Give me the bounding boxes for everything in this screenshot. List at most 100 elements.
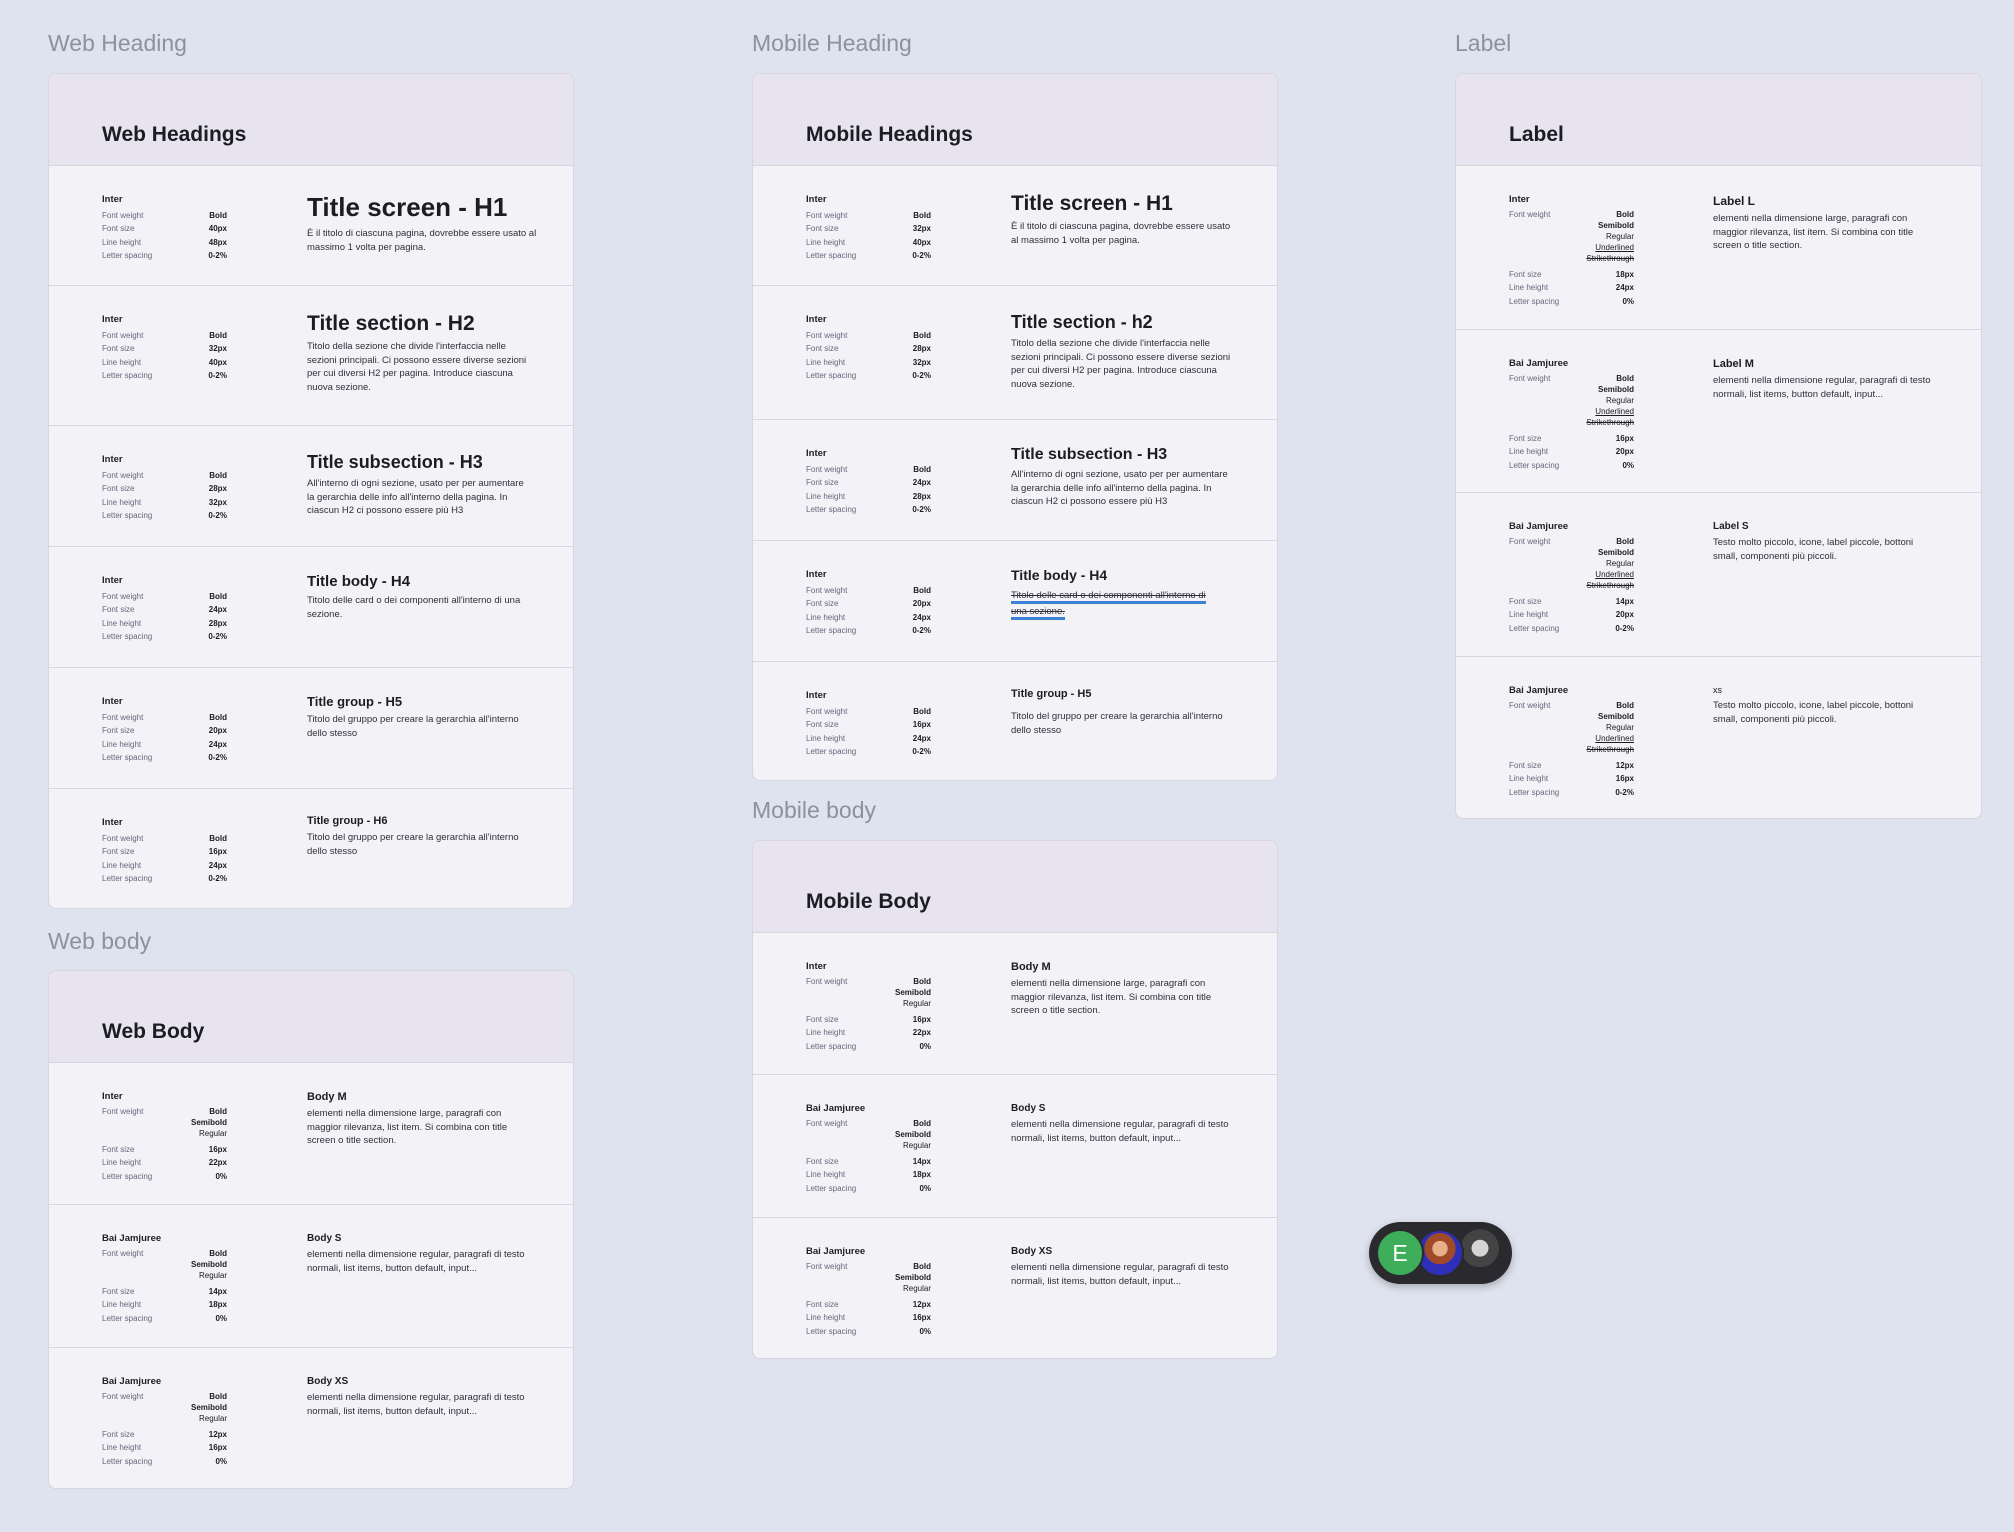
weight-option: Semibold (894, 1130, 931, 1139)
type-row-h1[interactable]: Inter Font weight Bold Font size 32px Line… (753, 166, 1277, 286)
body-row-m[interactable]: Inter Font weight Bold Semibold Regular Fon… (753, 933, 1277, 1075)
type-spec: Inter Font weight Bold Semibold Regular Unde… (1509, 194, 1634, 308)
type-sample: Body S elementi nella dimensione regular… (307, 1233, 532, 1275)
spec-key: Font size (1509, 761, 1542, 770)
letter-spacing-value: 0-2% (208, 752, 227, 762)
spec-key: Letter spacing (102, 370, 153, 380)
type-row-h4[interactable]: Inter Font weight Bold Font size 24px Line… (49, 547, 573, 668)
body-row-xs[interactable]: Bai Jamjuree Font weight Bold Semibold Regu… (753, 1218, 1277, 1358)
spec-key: Font size (806, 1015, 839, 1024)
spec-key: Font weight (102, 1392, 144, 1401)
letter-spacing-value: 0% (215, 1456, 227, 1466)
spec-key: Line height (806, 612, 846, 622)
sample-title: Title body - H4 (307, 573, 411, 590)
weight-option: Semibold (1597, 221, 1634, 230)
weight-option: Regular (1605, 232, 1634, 241)
spec-key: Letter spacing (806, 370, 857, 380)
font-size-value: 20px (208, 726, 227, 736)
sample-title: Title screen - H1 (307, 192, 508, 222)
font-family: Inter (806, 448, 827, 459)
weight-option: Semibold (1597, 385, 1634, 394)
label-row-m[interactable]: Bai Jamjuree Font weight Bold Semibold Regu… (1456, 330, 1981, 493)
weight-option: Regular (902, 1141, 931, 1150)
spec-key: Font weight (102, 592, 144, 601)
body-row-s[interactable]: Bai Jamjuree Font weight Bold Semibold Regu… (753, 1075, 1277, 1218)
web-body-card[interactable]: Web Body Inter Font weight Bold Semibold Re… (48, 970, 574, 1489)
font-family: Inter (102, 696, 123, 707)
body-row-s[interactable]: Bai Jamjuree Font weight Bold Semibold Regu… (49, 1205, 573, 1348)
sample-description-selected[interactable]: Titolo delle card o dei componenti all'i… (1011, 590, 1206, 620)
spec-key: Font weight (806, 1119, 848, 1128)
type-sample: Title group - H6 Titolo del gruppo per c… (307, 815, 532, 858)
font-family: Inter (102, 1091, 123, 1102)
sample-title: Label M (1713, 358, 1754, 370)
font-family: Inter (806, 690, 827, 701)
spec-key: Font size (102, 224, 135, 234)
letter-spacing-value: 0-2% (208, 510, 227, 520)
letter-spacing-value: 0% (215, 1313, 227, 1323)
weight-option: Bold (209, 1249, 227, 1258)
font-family: Inter (102, 575, 123, 586)
type-sample: Body M elementi nella dimensione large, … (307, 1091, 532, 1148)
font-size-value: 12px (208, 1430, 227, 1439)
spec-key: Letter spacing (1509, 787, 1560, 797)
user-initial-avatar[interactable]: E (1376, 1229, 1424, 1277)
font-family: Inter (102, 817, 123, 828)
sample-description: elementi nella dimensione regular, parag… (1011, 1262, 1229, 1287)
mobile-body-card[interactable]: Mobile Body Inter Font weight Bold Semibol… (752, 840, 1278, 1359)
type-row-h4[interactable]: Inter Font weight Bold Font size 20px Line… (753, 541, 1277, 662)
letter-spacing-value: 0-2% (1615, 623, 1634, 633)
line-height-value: 22px (912, 1028, 931, 1038)
sample-title: Title screen - H1 (1011, 192, 1173, 215)
type-row-h3[interactable]: Inter Font weight Bold Font size 28px Line… (49, 426, 573, 547)
type-row-h5[interactable]: Inter Font weight Bold Font size 20px Line… (49, 668, 573, 789)
sample-description: elementi nella dimensione regular, parag… (1713, 375, 1931, 400)
type-row-h5[interactable]: Inter Font weight Bold Font size 16px Line… (753, 662, 1277, 780)
body-row-xs[interactable]: Bai Jamjuree Font weight Bold Semibold Regu… (49, 1348, 573, 1488)
label-row-xs[interactable]: Bai Jamjuree Font weight Bold Semibold Regu… (1456, 657, 1981, 818)
label-card[interactable]: Label Inter Font weight Bold Semibold Regul… (1455, 73, 1982, 819)
spec-key: Letter spacing (806, 504, 857, 514)
sample-title: Label S (1713, 521, 1749, 532)
weight-option: Bold (913, 977, 931, 986)
sample-title: Body XS (1011, 1246, 1053, 1257)
card-title: Web Body (102, 1020, 205, 1043)
spec-key: Font weight (102, 834, 144, 843)
sample-description: È il titolo di ciascuna pagina, dovrebbe… (1011, 221, 1231, 246)
type-row-h3[interactable]: Inter Font weight Bold Font size 24px Line… (753, 420, 1277, 541)
type-row-h2[interactable]: Inter Font weight Bold Font size 32px Line… (49, 286, 573, 426)
type-sample: Title subsection - H3 All'interno di ogn… (1011, 446, 1236, 509)
spec-key: Font size (806, 1300, 839, 1309)
spec-key: Letter spacing (1509, 623, 1560, 633)
body-row-m[interactable]: Inter Font weight Bold Semibold Regular Fon… (49, 1063, 573, 1205)
spec-key: Font weight (806, 211, 848, 220)
label-row-l[interactable]: Inter Font weight Bold Semibold Regular Unde… (1456, 166, 1981, 330)
font-size-value: 16px (208, 847, 227, 857)
weight-option: Regular (1605, 723, 1634, 732)
spec-key: Font weight (1509, 210, 1551, 219)
collaborators-avatar-stack[interactable]: E (1369, 1222, 1512, 1284)
sample-title: xs (1713, 685, 1722, 695)
type-row-h2[interactable]: Inter Font weight Bold Font size 28px Line… (753, 286, 1277, 420)
type-row-h1[interactable]: Inter Font weight Bold Font size 40px Line… (49, 166, 573, 286)
web-headings-card[interactable]: Web Headings Inter Font weight Bold Font … (48, 73, 574, 909)
letter-spacing-value: 0-2% (208, 873, 227, 883)
spec-key: Font weight (102, 1107, 144, 1116)
line-height-value: 40px (208, 357, 227, 367)
line-height-value: 28px (912, 491, 931, 501)
weight-option: Regular (902, 999, 931, 1008)
mobile-headings-card[interactable]: Mobile Headings Inter Font weight Bold Fo… (752, 73, 1278, 781)
weight-option: Bold (1616, 701, 1634, 710)
spec-key: Font size (102, 726, 135, 736)
font-family: Inter (1509, 194, 1530, 205)
type-row-h6[interactable]: Inter Font weight Bold Font size 16px Line… (49, 789, 573, 908)
font-weight-list: Font weight Bold Semibold Regular (806, 976, 931, 1009)
spec-key: Font size (1509, 597, 1542, 606)
label-row-s[interactable]: Bai Jamjuree Font weight Bold Semibold Regu… (1456, 493, 1981, 657)
sample-title: Title section - H2 (307, 312, 475, 335)
spec-key: Letter spacing (806, 1183, 857, 1193)
type-spec: Inter Font weight Bold Font size 28px Line… (102, 454, 227, 522)
weight-option: Strikethrough (1586, 745, 1634, 754)
type-sample: Label L elementi nella dimensione large,… (1713, 194, 1938, 253)
card-header: Web Headings (49, 74, 573, 166)
